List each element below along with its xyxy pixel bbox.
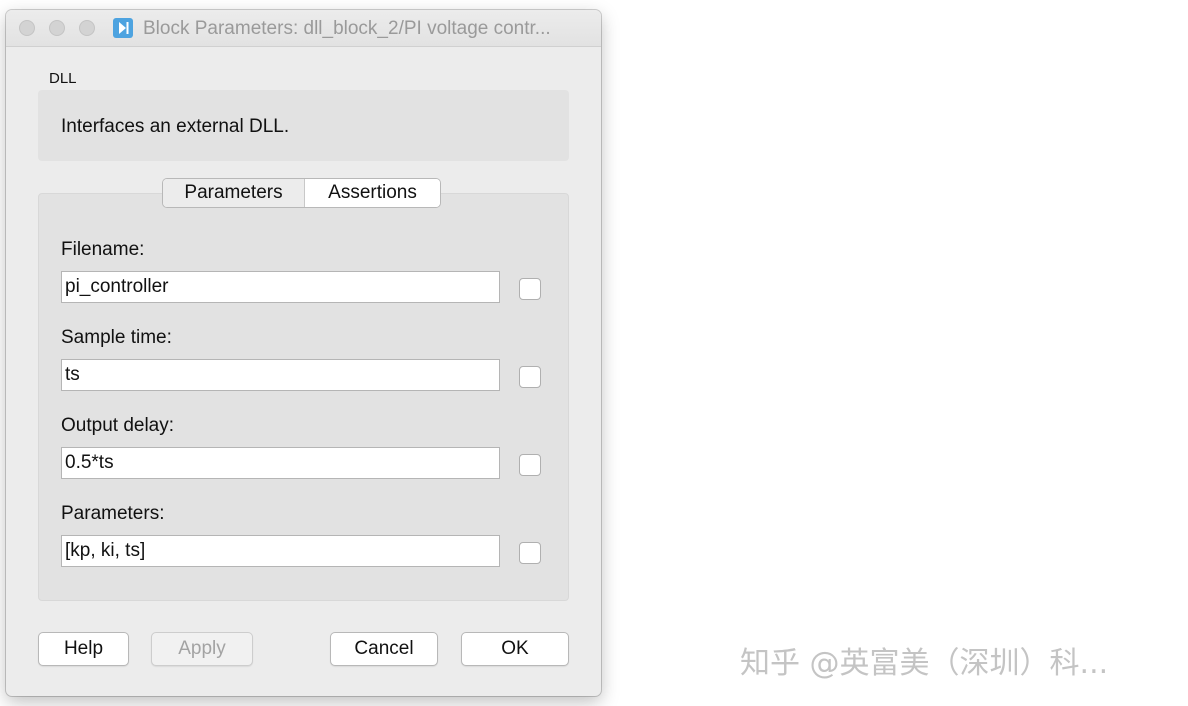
parameters-label: Parameters: bbox=[61, 503, 165, 524]
ok-button[interactable]: OK bbox=[461, 632, 569, 666]
title-bar[interactable]: Block Parameters: dll_block_2/PI voltage… bbox=[6, 10, 601, 47]
tab-parameters[interactable]: Parameters bbox=[163, 179, 305, 207]
filename-checkbox[interactable] bbox=[519, 278, 541, 300]
tab-bar: Parameters Assertions bbox=[162, 178, 441, 208]
description-box: Interfaces an external DLL. bbox=[38, 90, 569, 161]
tab-assertions[interactable]: Assertions bbox=[305, 179, 440, 207]
filename-input[interactable]: pi_controller bbox=[61, 271, 500, 303]
zoom-window-button[interactable] bbox=[79, 20, 95, 36]
output-delay-input[interactable]: 0.5*ts bbox=[61, 447, 500, 479]
cancel-button[interactable]: Cancel bbox=[330, 632, 438, 666]
block-parameters-dialog: Block Parameters: dll_block_2/PI voltage… bbox=[6, 10, 601, 696]
minimize-window-button[interactable] bbox=[49, 20, 65, 36]
window-title: Block Parameters: dll_block_2/PI voltage… bbox=[143, 18, 551, 39]
output-delay-label: Output delay: bbox=[61, 415, 175, 436]
filename-label: Filename: bbox=[61, 239, 145, 260]
help-button[interactable]: Help bbox=[38, 632, 129, 666]
block-description: Interfaces an external DLL. bbox=[61, 116, 290, 137]
output-delay-checkbox[interactable] bbox=[519, 454, 541, 476]
apply-button[interactable]: Apply bbox=[151, 632, 253, 666]
play-step-icon bbox=[113, 18, 133, 38]
close-window-button[interactable] bbox=[19, 20, 35, 36]
sample-time-checkbox[interactable] bbox=[519, 366, 541, 388]
block-type-label: DLL bbox=[49, 70, 77, 87]
watermark-text: 知乎 @英富美（深圳）科... bbox=[740, 646, 1109, 681]
parameters-checkbox[interactable] bbox=[519, 542, 541, 564]
sample-time-input[interactable]: ts bbox=[61, 359, 500, 391]
sample-time-label: Sample time: bbox=[61, 327, 172, 348]
parameters-input[interactable]: [kp, ki, ts] bbox=[61, 535, 500, 567]
